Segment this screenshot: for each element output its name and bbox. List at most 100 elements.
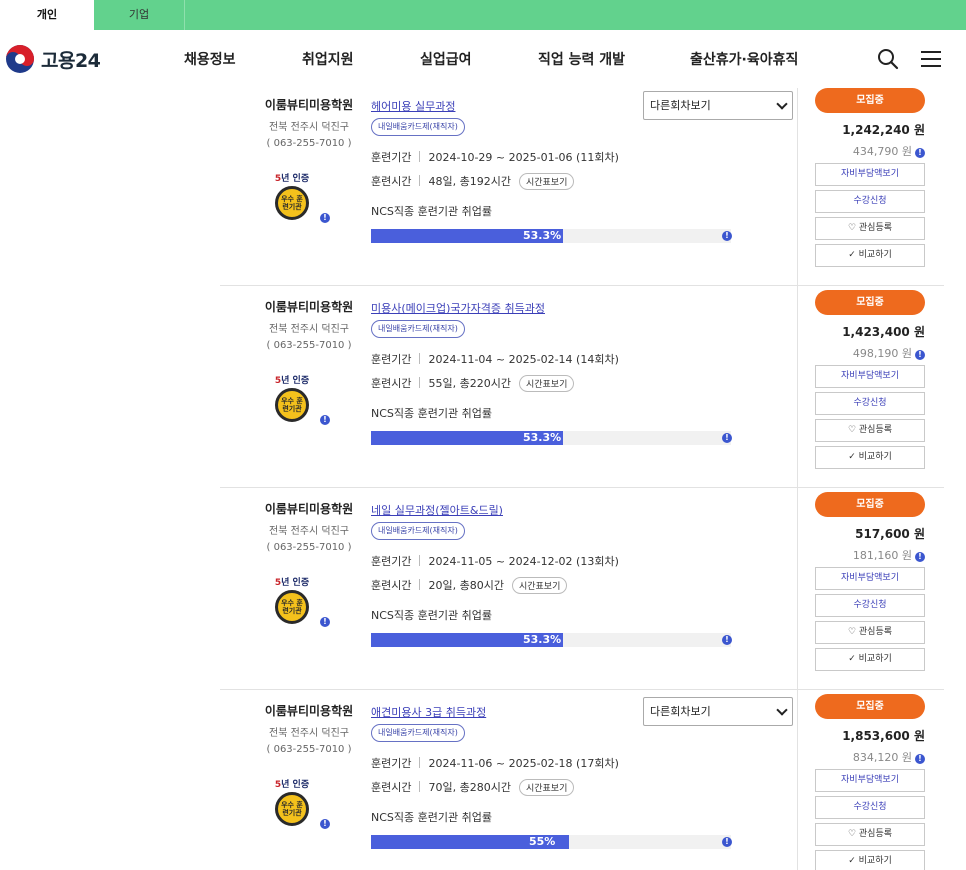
ncs-employment-rate-label: NCS직종 훈련기관 취업률 <box>371 609 492 622</box>
self-pay-button[interactable]: 자비부담액보기 <box>815 365 925 388</box>
cert-info-icon[interactable]: ! <box>320 415 330 425</box>
course-card: 이룸뷰티미용학원 전북 전주시 덕진구 ( 063-255-7010 ) 5년 … <box>220 487 944 690</box>
wishlist-button[interactable]: ♡ 관심등록 <box>815 823 925 846</box>
apply-button[interactable]: 수강신청 <box>815 190 925 213</box>
employment-rate-bar: 53.3% <box>371 633 731 647</box>
employment-rate-bar: 53.3% <box>371 229 731 243</box>
certification-mark: 5년 인증 우수 훈련기관 <box>272 171 312 220</box>
site-header: 고용24 채용정보 취업지원 실업급여 직업 능력 개발 출산휴가·육아휴직 <box>0 30 966 88</box>
timetable-button[interactable]: 시간표보기 <box>518 173 575 190</box>
institute-phone: ( 063-255-7010 ) <box>266 138 352 149</box>
nav-parental-leave[interactable]: 출산휴가·육아휴직 <box>690 49 798 69</box>
apply-button[interactable]: 수강신청 <box>815 594 925 617</box>
price-info-icon[interactable]: ! <box>915 148 925 158</box>
certification-mark: 5년 인증 우수 훈련기관 <box>272 373 312 422</box>
cert-info-icon[interactable]: ! <box>320 213 330 223</box>
card-type-badge: 내일배움카드제(재직자) <box>371 320 465 338</box>
chevron-down-icon <box>776 98 788 110</box>
cert-info-icon[interactable]: ! <box>320 819 330 829</box>
hamburger-menu-icon[interactable] <box>919 47 943 71</box>
timetable-button[interactable]: 시간표보기 <box>518 779 575 796</box>
employment-rate-bar: 53.3% <box>371 431 731 445</box>
training-period: 훈련기간 2024-11-06 ~ 2025-02-18 (17회차) <box>371 757 619 770</box>
course-price: 1,853,600 원 <box>842 729 925 743</box>
apply-button[interactable]: 수강신청 <box>815 392 925 415</box>
price-info-icon[interactable]: ! <box>915 552 925 562</box>
cert-label: 5년 인증 <box>274 578 310 588</box>
institute-phone: ( 063-255-7010 ) <box>266 340 352 351</box>
cert-label: 5년 인증 <box>274 376 310 386</box>
apply-button[interactable]: 수강신청 <box>815 796 925 819</box>
self-pay-button[interactable]: 자비부담액보기 <box>815 163 925 186</box>
course-price: 1,423,400 원 <box>842 325 925 339</box>
tab-divider <box>184 0 185 30</box>
course-card: 이룸뷰티미용학원 전북 전주시 덕진구 ( 063-255-7010 ) 5년 … <box>220 83 944 286</box>
self-pay-price: 834,120 원! <box>815 749 925 765</box>
course-actions: 모집중 1,242,240 원 434,790 원! 자비부담액보기 수강신청 … <box>815 88 925 267</box>
course-title[interactable]: 미용사(메이크업)국가자격증 취득과정 <box>371 300 545 316</box>
chevron-down-icon <box>776 704 788 716</box>
timetable-button[interactable]: 시간표보기 <box>518 375 575 392</box>
tab-company[interactable]: 기업 <box>94 0 184 30</box>
rate-info-icon[interactable]: ! <box>722 635 732 645</box>
heart-icon: ♡ <box>847 425 857 435</box>
search-icon[interactable] <box>876 47 900 71</box>
training-period: 훈련기간 2024-11-04 ~ 2025-02-14 (14회차) <box>371 353 619 366</box>
rate-info-icon[interactable]: ! <box>722 231 732 241</box>
self-pay-price: 434,790 원! <box>815 143 925 159</box>
compare-button[interactable]: ✓ 비교하기 <box>815 244 925 267</box>
price-info-icon[interactable]: ! <box>915 350 925 360</box>
employment-rate-text: 53.3% <box>523 229 562 242</box>
tab-personal[interactable]: 개인 <box>0 0 94 30</box>
check-icon: ✓ <box>848 250 856 260</box>
self-pay-price: 498,190 원! <box>815 345 925 361</box>
course-title[interactable]: 애견미용사 3급 취득과정 <box>371 704 486 720</box>
training-period: 훈련기간 2024-10-29 ~ 2025-01-06 (11회차) <box>371 151 619 164</box>
logo-text: 고용24 <box>41 49 101 72</box>
training-hours: 훈련시간 48일, 총192시간 시간표보기 <box>371 173 575 190</box>
nav-employment-support[interactable]: 취업지원 <box>302 49 354 69</box>
course-card: 이룸뷰티미용학원 전북 전주시 덕진구 ( 063-255-7010 ) 5년 … <box>220 285 944 488</box>
employment-rate-bar: 55% <box>371 835 731 849</box>
employment-rate-text: 53.3% <box>523 431 562 444</box>
recruiting-status-button[interactable]: 모집중 <box>815 290 925 315</box>
site-logo[interactable]: 고용24 <box>5 44 101 74</box>
wishlist-button[interactable]: ♡ 관심등록 <box>815 419 925 442</box>
rate-info-icon[interactable]: ! <box>722 433 732 443</box>
course-title[interactable]: 헤어미용 실무과정 <box>371 98 455 114</box>
cert-info-icon[interactable]: ! <box>320 617 330 627</box>
training-period: 훈련기간 2024-11-05 ~ 2024-12-02 (13회차) <box>371 555 619 568</box>
taegeuk-logo-icon <box>6 45 34 73</box>
compare-button[interactable]: ✓ 비교하기 <box>815 850 925 870</box>
ncs-employment-rate-label: NCS직종 훈련기관 취업률 <box>371 407 492 420</box>
card-type-badge: 내일배움카드제(재직자) <box>371 724 465 742</box>
self-pay-button[interactable]: 자비부담액보기 <box>815 769 925 792</box>
recruiting-status-button[interactable]: 모집중 <box>815 88 925 113</box>
self-pay-button[interactable]: 자비부담액보기 <box>815 567 925 590</box>
compare-button[interactable]: ✓ 비교하기 <box>815 446 925 469</box>
recruiting-status-button[interactable]: 모집중 <box>815 694 925 719</box>
excellent-institute-seal-icon: 우수 훈련기관 <box>275 388 309 422</box>
check-icon: ✓ <box>848 654 856 664</box>
training-hours: 훈련시간 55일, 총220시간 시간표보기 <box>371 375 575 392</box>
certification-mark: 5년 인증 우수 훈련기관 <box>272 777 312 826</box>
recruiting-status-button[interactable]: 모집중 <box>815 492 925 517</box>
course-actions: 모집중 1,423,400 원 498,190 원! 자비부담액보기 수강신청 … <box>815 290 925 469</box>
compare-button[interactable]: ✓ 비교하기 <box>815 648 925 671</box>
rate-info-icon[interactable]: ! <box>722 837 732 847</box>
heart-icon: ♡ <box>847 829 857 839</box>
other-round-select[interactable]: 다른회차보기 <box>643 91 793 120</box>
nav-job-info[interactable]: 채용정보 <box>184 49 236 69</box>
course-title[interactable]: 네일 실무과정(젤아트&드릴) <box>371 502 503 518</box>
timetable-button[interactable]: 시간표보기 <box>511 577 568 594</box>
course-price: 517,600 원 <box>855 527 925 541</box>
price-info-icon[interactable]: ! <box>915 754 925 764</box>
wishlist-button[interactable]: ♡ 관심등록 <box>815 621 925 644</box>
wishlist-button[interactable]: ♡ 관심등록 <box>815 217 925 240</box>
institute-phone: ( 063-255-7010 ) <box>266 744 352 755</box>
nav-unemployment-benefit[interactable]: 실업급여 <box>420 49 472 69</box>
other-round-select[interactable]: 다른회차보기 <box>643 697 793 726</box>
nav-vocational-training[interactable]: 직업 능력 개발 <box>538 49 625 69</box>
employment-rate-text: 55% <box>529 835 556 848</box>
top-tab-bar: 개인 기업 <box>0 0 966 30</box>
